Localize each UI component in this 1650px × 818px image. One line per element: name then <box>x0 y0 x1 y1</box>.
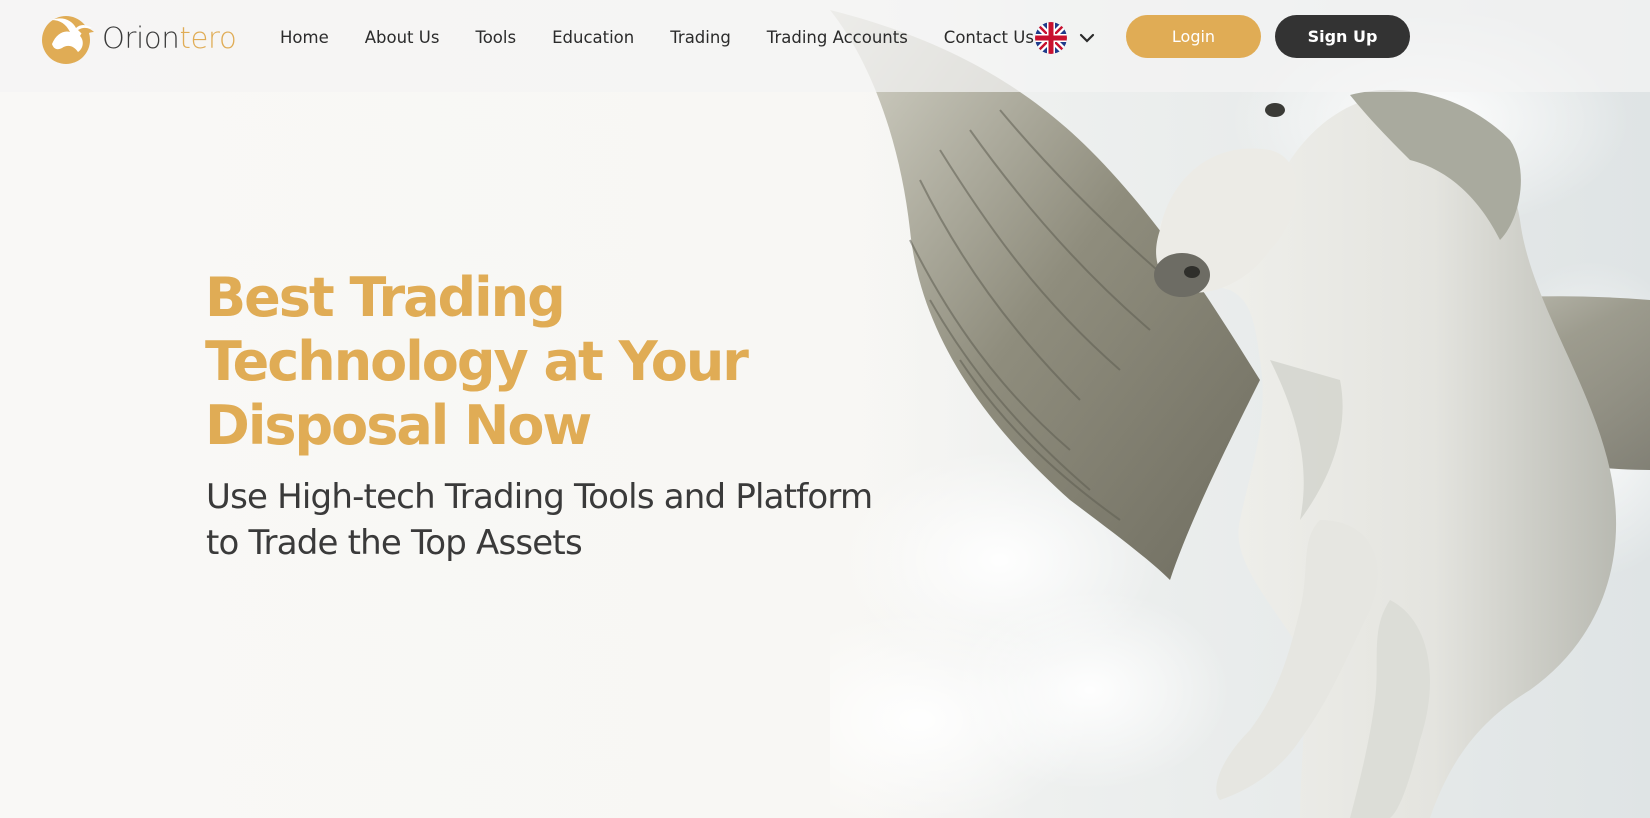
nav-item-contact-us[interactable]: Contact Us <box>944 28 1034 47</box>
pegasus-hero-image <box>830 0 1650 818</box>
nav-item-education[interactable]: Education <box>552 28 634 47</box>
hero-title: Best Trading Technology at Your Disposal… <box>205 266 825 458</box>
hero-title-line3: Disposal Now <box>205 394 592 457</box>
uk-flag-icon <box>1035 22 1067 54</box>
brand-name-part1: Orion <box>102 21 180 55</box>
hero-title-line2: Technology at Your <box>205 330 749 393</box>
brand-logo[interactable]: Oriontero <box>40 12 237 64</box>
pegasus-logo-icon <box>42 16 94 64</box>
hero-subtitle-line1: Use High-tech Trading Tools and Platform <box>206 477 873 517</box>
hero-subtitle-line2: to Trade the Top Assets <box>206 523 583 563</box>
nav-item-tools[interactable]: Tools <box>475 28 516 47</box>
nav-item-trading-accounts[interactable]: Trading Accounts <box>767 28 908 47</box>
brand-name: Oriontero <box>102 21 237 55</box>
page: Oriontero Home About Us Tools Education … <box>0 0 1650 818</box>
brand-name-part2: tero <box>179 21 237 55</box>
nav-item-about-us[interactable]: About Us <box>365 28 440 47</box>
hero-subtitle: Use High-tech Trading Tools and Platform… <box>206 474 966 566</box>
nav-item-home[interactable]: Home <box>280 28 329 47</box>
chevron-down-icon <box>1079 33 1095 43</box>
main-nav: Home About Us Tools Education Trading Tr… <box>280 28 1070 47</box>
nav-item-trading[interactable]: Trading <box>670 28 731 47</box>
hero-title-line1: Best Trading <box>205 266 566 329</box>
language-selector[interactable] <box>1035 22 1095 54</box>
signup-button[interactable]: Sign Up <box>1275 15 1410 58</box>
top-navbar: Oriontero Home About Us Tools Education … <box>0 0 1650 92</box>
login-button[interactable]: Login <box>1126 15 1261 58</box>
